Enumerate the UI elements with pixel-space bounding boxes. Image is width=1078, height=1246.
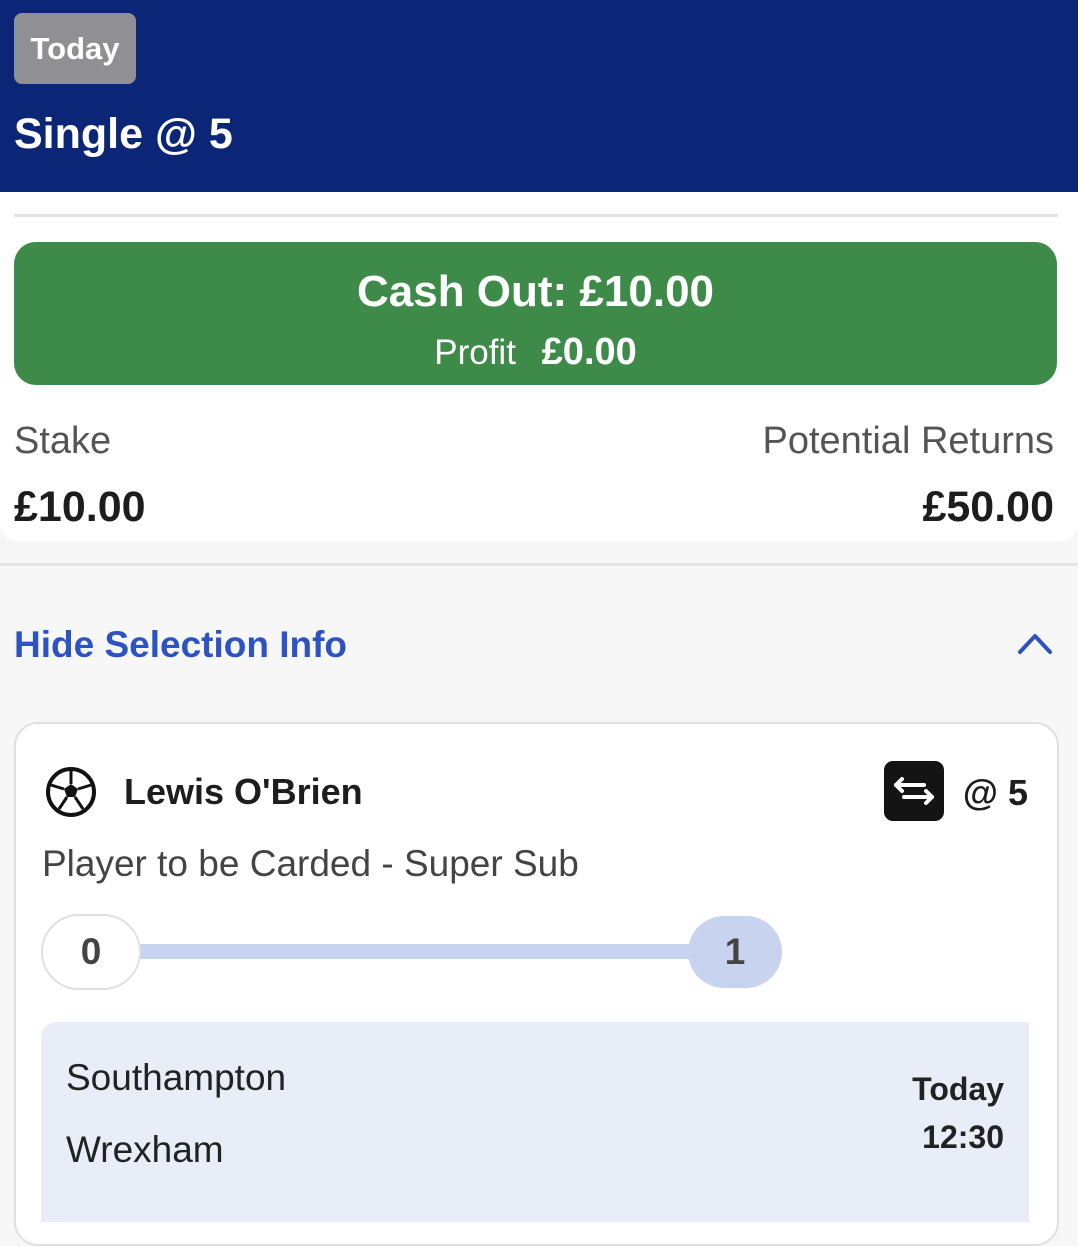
- cash-out-button[interactable]: Cash Out: £10.00 Profit £0.00: [14, 242, 1057, 385]
- event-day: Today: [912, 1071, 1004, 1107]
- football-icon: [46, 767, 96, 817]
- date-badge: Today: [14, 13, 136, 84]
- potential-returns-label: Potential Returns: [762, 420, 1055, 462]
- hide-selection-info-toggle[interactable]: Hide Selection Info: [14, 616, 1054, 676]
- profit-value: £0.00: [541, 331, 637, 373]
- profit-label: Profit: [434, 333, 516, 372]
- bet-header: [0, 0, 1078, 192]
- hide-selection-info-label: Hide Selection Info: [14, 624, 348, 665]
- event-time: 12:30: [922, 1119, 1004, 1155]
- progress-end-value: 1: [688, 916, 782, 988]
- chevron-up-icon[interactable]: [1016, 624, 1054, 662]
- stake-value: £10.00: [14, 483, 146, 531]
- home-team: Southampton: [66, 1057, 287, 1098]
- swap-icon[interactable]: [884, 761, 944, 821]
- section-divider: [0, 563, 1078, 566]
- stake-label: Stake: [14, 420, 112, 462]
- event-info-box[interactable]: [41, 1022, 1029, 1222]
- bet-title: Single @ 5: [14, 110, 233, 158]
- away-team: Wrexham: [66, 1129, 224, 1170]
- divider: [14, 214, 1058, 217]
- progress-track: [130, 944, 710, 959]
- selection-odds: @ 5: [962, 772, 1028, 813]
- progress-start-value: 0: [41, 914, 141, 990]
- cash-out-label: Cash Out: £10.00: [356, 267, 715, 316]
- profit-row: Profit £0.00: [14, 330, 1057, 375]
- market-name: Player to be Carded - Super Sub: [42, 843, 579, 884]
- player-name: Lewis O'Brien: [124, 771, 363, 812]
- potential-returns-value: £50.00: [922, 483, 1054, 531]
